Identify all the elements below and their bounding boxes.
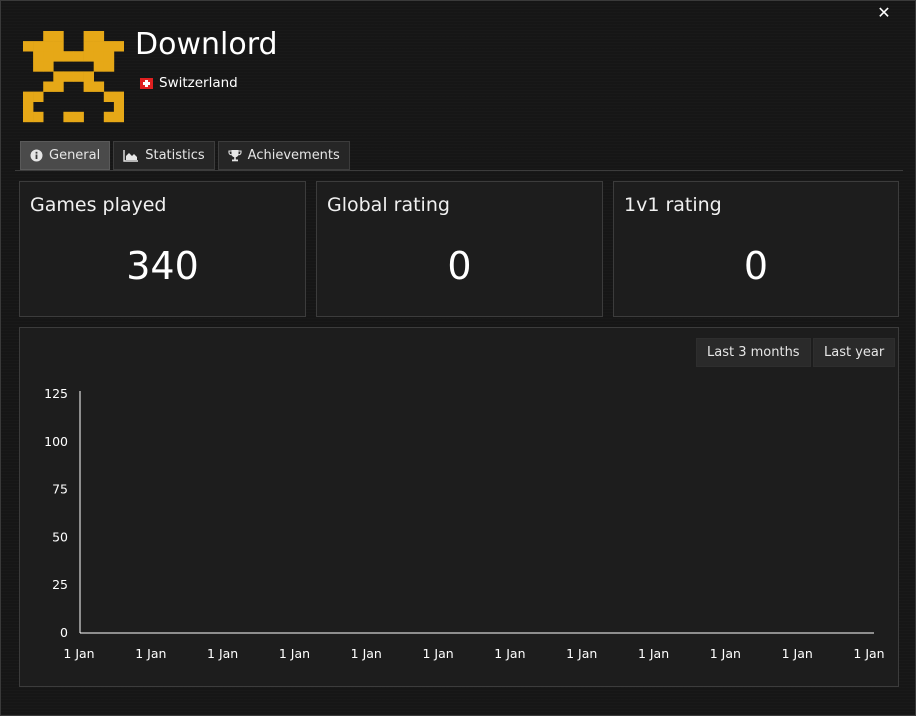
- profile-tabs: General Statistics Achievements: [20, 141, 350, 170]
- player-country: Switzerland: [140, 75, 238, 91]
- games-played-title: Games played: [30, 194, 167, 216]
- y-tick-label: 75: [52, 482, 68, 497]
- tab-statistics-label: Statistics: [145, 148, 205, 163]
- info-icon: [30, 149, 43, 162]
- tab-achievements-label: Achievements: [247, 148, 340, 163]
- rating-history-chart: 125 100 75 50 25 0 1 Jan 1 Jan 1 Jan 1 Jan 1 Jan 1 …: [44, 386, 884, 661]
- x-tick-label: 1 Jan: [422, 646, 453, 661]
- close-icon[interactable]: ✕: [873, 3, 895, 23]
- area-chart-icon: [123, 150, 139, 162]
- country-label: Switzerland: [159, 75, 238, 91]
- games-played-value: 340: [126, 244, 199, 288]
- y-tick-label: 0: [60, 625, 68, 640]
- games-played-card: Games played 340: [19, 181, 306, 317]
- tab-general[interactable]: General: [20, 141, 111, 170]
- swiss-flag-icon: [140, 77, 153, 89]
- x-tick-label: 1 Jan: [351, 646, 382, 661]
- y-tick-label: 100: [44, 434, 68, 449]
- ladder-rating-value: 0: [743, 244, 769, 288]
- x-tick-label: 1 Jan: [135, 646, 166, 661]
- global-rating-title: Global rating: [327, 194, 450, 216]
- y-tick-label: 25: [52, 577, 68, 592]
- global-rating-card: Global rating 0: [316, 181, 603, 317]
- tab-statistics[interactable]: Statistics: [113, 141, 215, 170]
- x-tick-label: 1 Jan: [279, 646, 310, 661]
- last-year-button[interactable]: Last year: [813, 338, 896, 367]
- y-tick-label: 125: [44, 386, 68, 401]
- tabs-divider: [15, 170, 903, 171]
- tab-general-label: General: [49, 148, 101, 163]
- x-tick-label: 1 Jan: [710, 646, 741, 661]
- last-3-months-button[interactable]: Last 3 months: [696, 338, 811, 367]
- trophy-icon: [228, 150, 242, 162]
- global-rating-value: 0: [447, 244, 472, 288]
- ladder-rating-card: 1v1 rating 0: [613, 181, 899, 317]
- x-tick-label: 1 Jan: [494, 646, 525, 661]
- player-avatar: [23, 31, 124, 123]
- player-name: Downlord: [135, 27, 278, 62]
- x-tick-label: 1 Jan: [853, 646, 884, 661]
- ladder-rating-title: 1v1 rating: [624, 194, 722, 216]
- rating-history-panel: 125 100 75 50 25 0 1 Jan 1 Jan 1 Jan 1 Jan 1 Jan 1 …: [19, 327, 899, 687]
- x-tick-label: 1 Jan: [207, 646, 238, 661]
- x-tick-label: 1 Jan: [566, 646, 597, 661]
- x-tick-label: 1 Jan: [63, 646, 94, 661]
- player-info-window: ✕ Downlord Switzerland General Statistic…: [0, 0, 916, 716]
- x-tick-label: 1 Jan: [638, 646, 669, 661]
- tab-achievements[interactable]: Achievements: [217, 141, 350, 170]
- x-tick-label: 1 Jan: [782, 646, 813, 661]
- y-tick-label: 50: [52, 529, 68, 544]
